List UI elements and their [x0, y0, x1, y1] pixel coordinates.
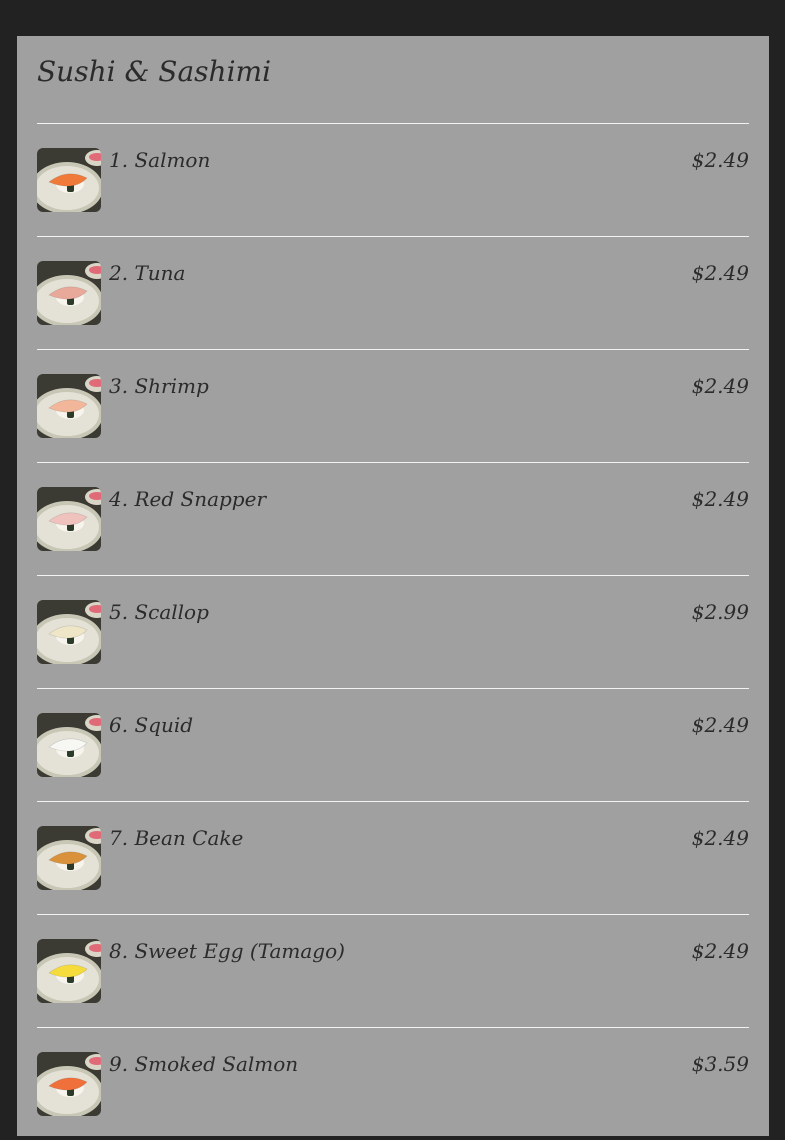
menu-list: 1. Salmon $2.49 2. Tuna $2.49 3. Shrimp … [37, 123, 749, 1140]
item-name[interactable]: 4. Red Snapper [109, 485, 266, 513]
salmon-nigiri-icon[interactable] [37, 148, 101, 212]
menu-item[interactable]: 8. Sweet Egg (Tamago) $2.49 [37, 914, 749, 1027]
scallop-nigiri-icon[interactable] [37, 600, 101, 664]
menu-item[interactable]: 5. Scallop $2.99 [37, 575, 749, 688]
item-name[interactable]: 6. Squid [109, 711, 193, 739]
red-snapper-nigiri-icon[interactable] [37, 487, 101, 551]
menu-item[interactable]: 4. Red Snapper $2.49 [37, 462, 749, 575]
item-name[interactable]: 8. Sweet Egg (Tamago) [109, 937, 345, 965]
menu-item[interactable]: 7. Bean Cake $2.49 [37, 801, 749, 914]
menu-item[interactable]: 6. Squid $2.49 [37, 688, 749, 801]
item-price: $2.49 [691, 148, 749, 172]
item-price: $2.49 [691, 487, 749, 511]
item-name[interactable]: 7. Bean Cake [109, 824, 243, 852]
item-name[interactable]: 9. Smoked Salmon [109, 1050, 298, 1078]
item-name[interactable]: 1. Salmon [109, 146, 210, 174]
bean-cake-nigiri-icon[interactable] [37, 826, 101, 890]
tamago-nigiri-icon[interactable] [37, 939, 101, 1003]
item-price: $2.99 [691, 600, 749, 624]
item-price: $2.49 [691, 939, 749, 963]
shrimp-nigiri-icon[interactable] [37, 374, 101, 438]
menu-panel: Sushi & Sashimi 1. Salmon $2.49 2. Tuna … [17, 36, 769, 1136]
item-price: $2.49 [691, 261, 749, 285]
item-name[interactable]: 2. Tuna [109, 259, 185, 287]
tuna-nigiri-icon[interactable] [37, 261, 101, 325]
item-price: $2.49 [691, 713, 749, 737]
section-title: Sushi & Sashimi [37, 55, 272, 88]
smoked-salmon-nigiri-icon[interactable] [37, 1052, 101, 1116]
menu-item[interactable]: 2. Tuna $2.49 [37, 236, 749, 349]
menu-item[interactable]: 1. Salmon $2.49 [37, 123, 749, 236]
item-name[interactable]: 5. Scallop [109, 598, 209, 626]
item-price: $2.49 [691, 826, 749, 850]
squid-nigiri-icon[interactable] [37, 713, 101, 777]
item-name[interactable]: 3. Shrimp [109, 372, 209, 400]
menu-item[interactable]: 3. Shrimp $2.49 [37, 349, 749, 462]
item-price: $3.59 [691, 1052, 749, 1076]
item-price: $2.49 [691, 374, 749, 398]
menu-item[interactable]: 9. Smoked Salmon $3.59 [37, 1027, 749, 1140]
